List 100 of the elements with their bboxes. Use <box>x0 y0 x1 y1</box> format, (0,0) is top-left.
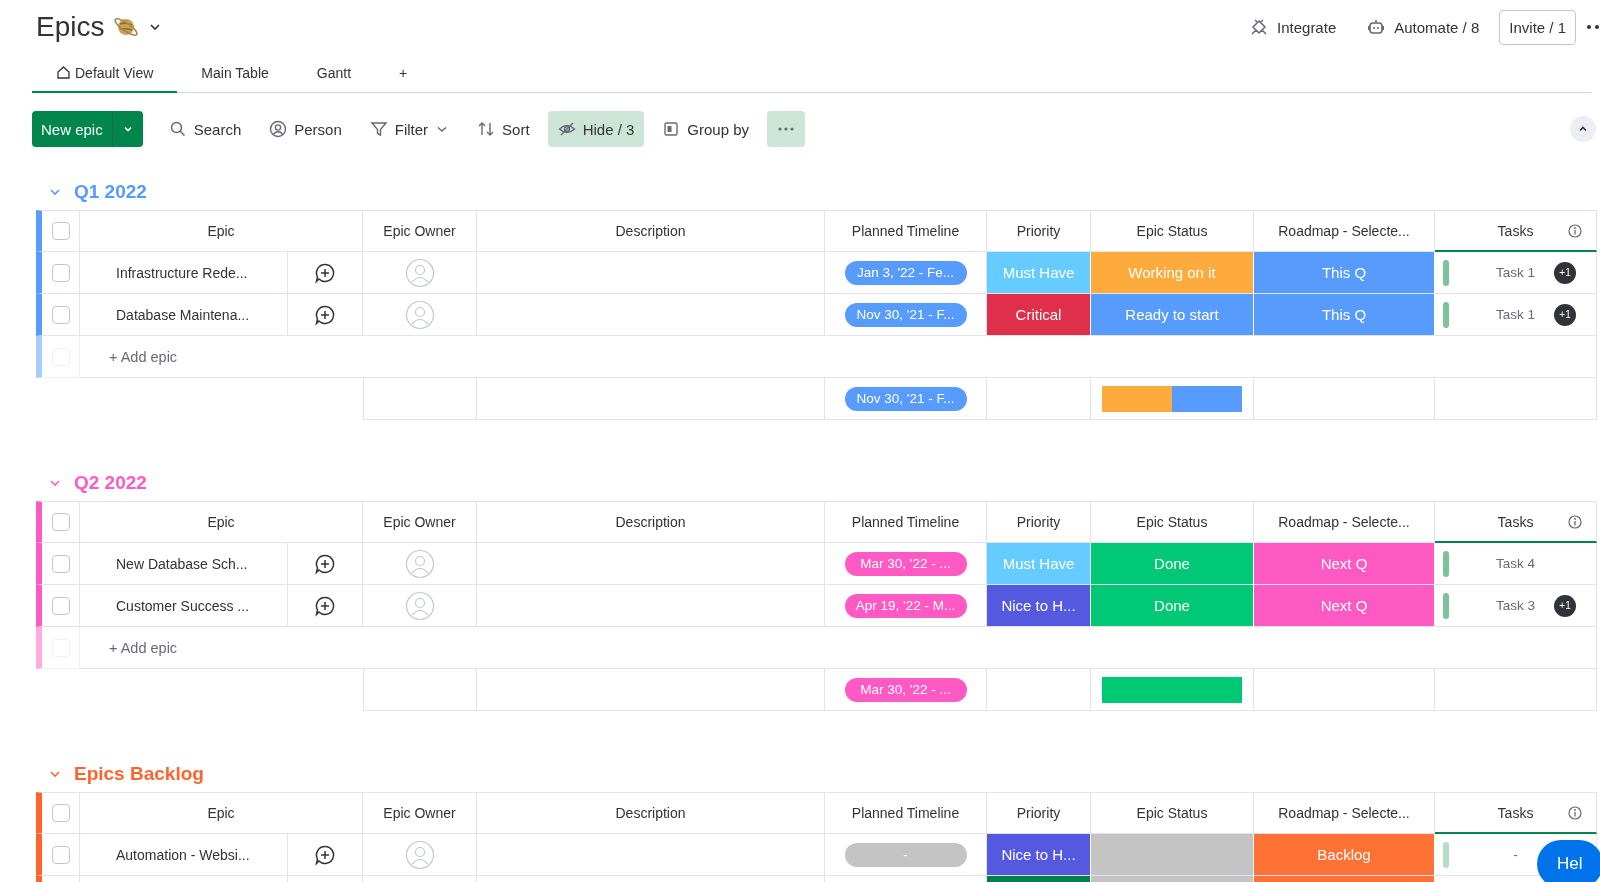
column-header: Roadmap - Selecte... <box>1278 223 1410 239</box>
automate-button[interactable]: Automate / 8 <box>1356 11 1490 43</box>
view-tab[interactable]: Main Table <box>177 54 293 93</box>
timeline-pill: Mar 30, '22 - ... <box>844 677 967 702</box>
checkbox[interactable] <box>51 222 70 240</box>
group-button[interactable]: Group by <box>652 111 760 147</box>
add-epic-link[interactable]: + Add epic <box>109 348 178 365</box>
count-badge[interactable]: +1 <box>1554 594 1576 617</box>
checkbox[interactable] <box>51 596 70 615</box>
filter-icon <box>369 120 388 138</box>
add-comment-icon[interactable] <box>314 552 336 575</box>
avatar-icon[interactable] <box>404 257 435 288</box>
search-icon <box>168 120 187 138</box>
task-link[interactable]: Task 4 <box>1496 556 1535 571</box>
more-button[interactable] <box>767 111 806 147</box>
dropdown-button[interactable] <box>111 111 143 147</box>
epic-name[interactable]: New Database Sch... <box>116 555 248 572</box>
column-header: Epic <box>207 805 235 821</box>
checkbox[interactable] <box>51 554 70 573</box>
sort-icon <box>477 120 496 138</box>
task-link[interactable]: Task 3 <box>1496 598 1535 613</box>
priority-label[interactable]: Nice to H... <box>987 834 1091 876</box>
column-header: Priority <box>1016 805 1061 821</box>
checkbox[interactable] <box>51 845 70 864</box>
column-header: Epic Status <box>1136 805 1208 821</box>
avatar-icon[interactable] <box>404 548 435 579</box>
column-header: Planned Timeline <box>851 514 960 530</box>
sort-button[interactable]: Sort <box>467 111 540 147</box>
column-header: Epic Status <box>1136 514 1208 530</box>
person-icon <box>269 120 288 138</box>
info-icon[interactable] <box>1568 805 1582 820</box>
column-header: Planned Timeline <box>851 805 960 821</box>
count-badge[interactable]: +1 <box>1554 303 1576 326</box>
robot-icon <box>1366 17 1387 37</box>
description-cell[interactable] <box>477 834 825 876</box>
view-tab[interactable]: + <box>375 54 432 93</box>
epic-name[interactable]: Customer Success ... <box>116 597 250 614</box>
group-title[interactable]: Epics Backlog <box>74 763 204 785</box>
add-epic-link[interactable]: + Add epic <box>109 639 178 656</box>
column-header: Tasks <box>1497 222 1534 239</box>
priority-label[interactable]: Critical <box>987 294 1091 336</box>
person-button[interactable]: Person <box>259 111 352 147</box>
collapse-button[interactable] <box>1570 116 1596 142</box>
plug-icon <box>1249 17 1269 37</box>
timeline-pill: Nov 30, '21 - F... <box>844 386 967 411</box>
column-header: Description <box>615 514 686 530</box>
column-header: Priority <box>1016 514 1061 530</box>
description-cell[interactable] <box>477 585 825 627</box>
add-comment-icon[interactable] <box>314 261 336 284</box>
status-label[interactable] <box>1091 834 1254 876</box>
column-header: Epic Owner <box>383 514 456 530</box>
column-header: Description <box>615 223 686 239</box>
checkbox[interactable] <box>51 263 70 282</box>
column-header: Planned Timeline <box>851 223 960 239</box>
integrate-button[interactable]: Integrate <box>1239 11 1347 43</box>
checkbox[interactable] <box>51 305 70 324</box>
task-link[interactable]: Task 1 <box>1496 265 1535 280</box>
column-header: Priority <box>1016 223 1061 239</box>
board-title: Epics <box>36 11 105 43</box>
description-cell[interactable] <box>477 294 825 336</box>
column-header: Roadmap - Selecte... <box>1278 805 1410 821</box>
priority-label[interactable]: Nice to H... <box>987 585 1091 627</box>
task-link[interactable]: - <box>1513 847 1518 862</box>
count-badge[interactable]: +1 <box>1554 261 1576 284</box>
filter-button[interactable]: Filter <box>359 111 460 147</box>
column-header: Epic <box>207 223 235 239</box>
new-epic-button[interactable]: New epic <box>32 111 112 147</box>
add-comment-icon[interactable] <box>314 303 336 326</box>
more-icon <box>777 126 796 132</box>
avatar-icon[interactable] <box>404 839 435 870</box>
info-icon[interactable] <box>1568 514 1582 529</box>
description-cell[interactable] <box>477 252 825 294</box>
column-header: Roadmap - Selecte... <box>1278 514 1410 530</box>
add-comment-icon[interactable] <box>314 843 336 866</box>
checkbox[interactable] <box>51 513 70 531</box>
group-by-icon <box>662 120 681 138</box>
description-cell[interactable] <box>477 543 825 585</box>
epic-name[interactable]: Automation - Websi... <box>116 846 250 863</box>
help-button[interactable]: Hel <box>1537 840 1600 882</box>
invite-button[interactable]: Invite / 1 <box>1499 9 1576 45</box>
epic-name[interactable]: Infrastructure Rede... <box>116 264 248 281</box>
column-header: Tasks <box>1497 804 1534 821</box>
column-header: Epic Owner <box>383 223 456 239</box>
eye-off-icon <box>557 120 576 138</box>
info-icon[interactable] <box>1568 223 1582 238</box>
checkbox[interactable] <box>51 804 70 822</box>
search-button[interactable]: Search <box>158 111 252 147</box>
column-header: Epic Status <box>1136 223 1208 239</box>
hide-button[interactable]: Hide / 3 <box>547 111 645 147</box>
view-tab[interactable]: Default View <box>32 54 178 93</box>
add-comment-icon[interactable] <box>314 594 336 617</box>
view-tab[interactable]: Gantt <box>292 54 376 93</box>
avatar-icon[interactable] <box>404 590 435 621</box>
column-header: Epic Owner <box>383 805 456 821</box>
column-header: Epic <box>207 514 235 530</box>
epic-name[interactable]: Database Maintena... <box>116 306 250 323</box>
avatar-icon[interactable] <box>404 299 435 330</box>
task-link[interactable]: Task 1 <box>1496 307 1535 322</box>
column-header: Description <box>615 805 686 821</box>
column-header: Tasks <box>1497 513 1534 530</box>
